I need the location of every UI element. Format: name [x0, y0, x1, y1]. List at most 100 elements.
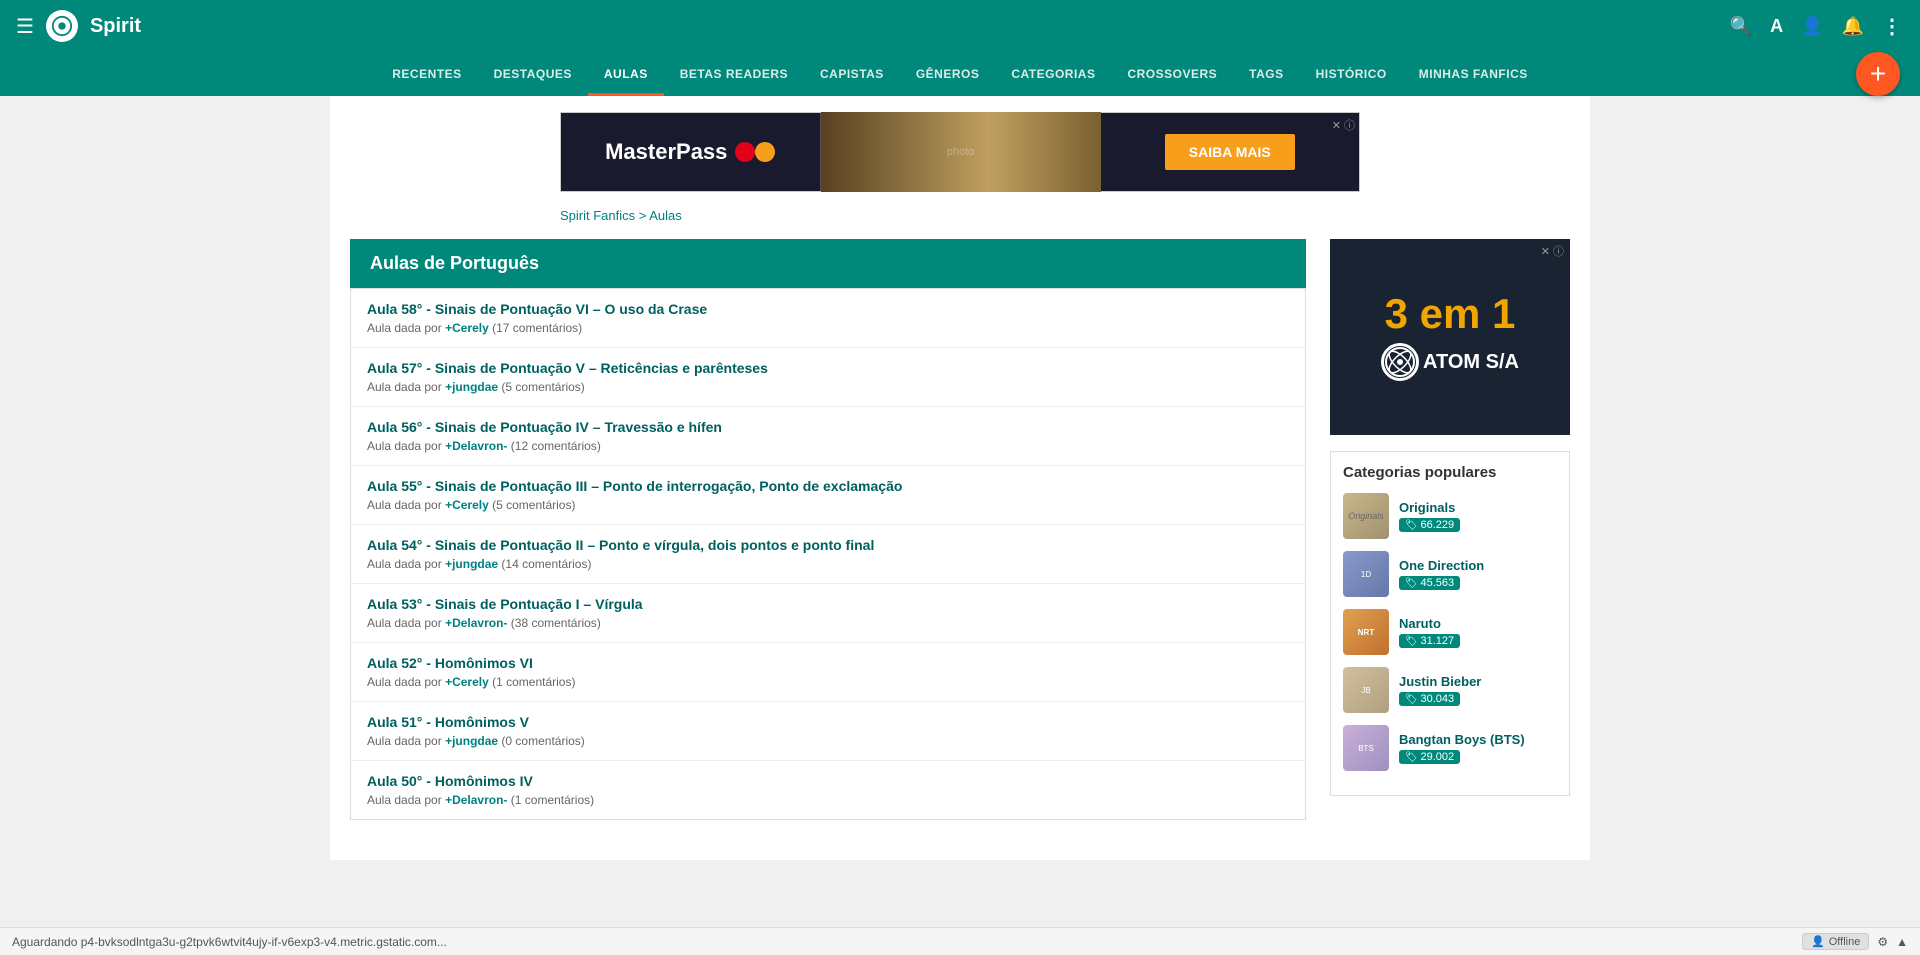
search-icon[interactable]: 🔍 [1730, 16, 1752, 37]
nav-crossovers[interactable]: CROSSOVERS [1111, 52, 1233, 96]
comment-count: 17 comentários [496, 321, 578, 335]
category-info-1d: One Direction 45.563 [1399, 558, 1557, 590]
lesson-item: Aula 56° - Sinais de Pontuação IV – Trav… [351, 407, 1305, 466]
ad-banner-wrap: MasterPass photo SAIBA MAIS ✕ ⓘ [350, 112, 1570, 192]
teacher-link[interactable]: +Delavron- [445, 439, 507, 453]
create-button[interactable]: + [1856, 52, 1900, 96]
category-info-bts: Bangtan Boys (BTS) 29.002 [1399, 732, 1557, 764]
teacher-link[interactable]: +jungdae [445, 557, 498, 571]
category-item-bts[interactable]: BTS Bangtan Boys (BTS) 29.002 [1343, 725, 1557, 771]
category-name[interactable]: Naruto [1399, 616, 1557, 631]
lesson-item: Aula 54° - Sinais de Pontuação II – Pont… [351, 525, 1305, 584]
category-name[interactable]: Originals [1399, 500, 1557, 515]
comment-count: 14 comentários [505, 557, 587, 571]
nav-tags[interactable]: TAGS [1233, 52, 1299, 96]
logo[interactable] [46, 10, 78, 42]
category-name[interactable]: Justin Bieber [1399, 674, 1557, 689]
lesson-meta: Aula dada por +Cerely (5 comentários) [367, 498, 1289, 512]
nav-categorias[interactable]: CATEGORIAS [995, 52, 1111, 96]
ad-image-placeholder: photo [947, 146, 975, 158]
lesson-meta: Aula dada por +Cerely (1 comentários) [367, 675, 1289, 689]
teacher-link[interactable]: +jungdae [445, 380, 498, 394]
settings-icon[interactable]: ⚙ [1877, 935, 1888, 949]
more-icon[interactable]: ⋮ [1882, 14, 1904, 39]
lesson-item: Aula 55° - Sinais de Pontuação III – Pon… [351, 466, 1305, 525]
comment-count: 5 comentários [496, 498, 571, 512]
masterpass-dot-orange [755, 142, 775, 162]
category-thumb-jb: JB [1343, 667, 1389, 713]
status-url: Aguardando p4-bvksodlntga3u-g2tpvk6wtvit… [12, 935, 447, 949]
saiba-mais-button[interactable]: SAIBA MAIS [1165, 134, 1295, 170]
sidebar-ad: 3 em 1 ATOM S/A ✕ ⓘ [1330, 239, 1570, 435]
teacher-link[interactable]: +Cerely [445, 321, 489, 335]
category-badge: 29.002 [1399, 750, 1460, 764]
masterpass-dot-red [735, 142, 755, 162]
offline-badge[interactable]: 👤 Offline [1802, 933, 1869, 950]
lesson-meta: Aula dada por +Cerely (17 comentários) [367, 321, 1289, 335]
lesson-title-link[interactable]: Aula 52° - Homônimos VI [367, 655, 533, 671]
notification-icon[interactable]: 🔔 [1842, 16, 1864, 37]
nav-minhas[interactable]: MINHAS FANFICS [1403, 52, 1544, 96]
teacher-link[interactable]: +Delavron- [445, 616, 507, 630]
site-title: Spirit [90, 15, 141, 38]
nav-betas[interactable]: BETAS READERS [664, 52, 804, 96]
lesson-item: Aula 57° - Sinais de Pontuação V – Retic… [351, 348, 1305, 407]
status-bar: Aguardando p4-bvksodlntga3u-g2tpvk6wtvit… [0, 927, 1920, 955]
lesson-item: Aula 51° - Homônimos V Aula dada por +ju… [351, 702, 1305, 761]
category-item-naruto[interactable]: NRT Naruto 31.127 [1343, 609, 1557, 655]
lesson-title-link[interactable]: Aula 51° - Homônimos V [367, 714, 529, 730]
lesson-title-link[interactable]: Aula 53° - Sinais de Pontuação I – Vírgu… [367, 596, 643, 612]
font-icon[interactable]: A [1770, 16, 1783, 37]
section-header: Aulas de Português [350, 239, 1306, 288]
masterpass-text-label: MasterPass [605, 139, 727, 165]
popular-title: Categorias populares [1343, 464, 1557, 481]
lesson-title-link[interactable]: Aula 50° - Homônimos IV [367, 773, 533, 789]
main-navbar: RECENTES DESTAQUES AULAS BETAS READERS C… [0, 52, 1920, 96]
nav-capistas[interactable]: CAPISTAS [804, 52, 900, 96]
lesson-meta: Aula dada por +Delavron- (12 comentários… [367, 439, 1289, 453]
lesson-item: Aula 52° - Homônimos VI Aula dada por +C… [351, 643, 1305, 702]
ad-banner: MasterPass photo SAIBA MAIS ✕ ⓘ [560, 112, 1360, 192]
teacher-link[interactable]: +Delavron- [445, 793, 507, 807]
lesson-meta: Aula dada por +Delavron- (38 comentários… [367, 616, 1289, 630]
user-icon[interactable]: 👤 [1801, 16, 1823, 37]
comment-count: 38 comentários [515, 616, 597, 630]
lesson-title-link[interactable]: Aula 54° - Sinais de Pontuação II – Pont… [367, 537, 874, 553]
category-item-jb[interactable]: JB Justin Bieber 30.043 [1343, 667, 1557, 713]
lesson-title-link[interactable]: Aula 55° - Sinais de Pontuação III – Pon… [367, 478, 902, 494]
nav-aulas[interactable]: AULAS [588, 52, 664, 96]
nav-recentes[interactable]: RECENTES [376, 52, 477, 96]
ad-banner-right[interactable]: SAIBA MAIS [1101, 113, 1360, 191]
lesson-meta: Aula dada por +jungdae (5 comentários) [367, 380, 1289, 394]
teacher-link[interactable]: +Cerely [445, 498, 489, 512]
left-column: Aulas de Português Aula 58° - Sinais de … [350, 239, 1306, 820]
nav-generos[interactable]: GÊNEROS [900, 52, 996, 96]
lesson-item: Aula 53° - Sinais de Pontuação I – Vírgu… [351, 584, 1305, 643]
teacher-link[interactable]: +jungdae [445, 734, 498, 748]
breadcrumb: Spirit Fanfics > Aulas [560, 208, 1360, 223]
status-left: Aguardando p4-bvksodlntga3u-g2tpvk6wtvit… [12, 935, 447, 949]
hamburger-icon[interactable]: ☰ [16, 14, 34, 39]
nav-historico[interactable]: HISTÓRICO [1300, 52, 1403, 96]
lesson-title-link[interactable]: Aula 56° - Sinais de Pontuação IV – Trav… [367, 419, 722, 435]
category-name[interactable]: Bangtan Boys (BTS) [1399, 732, 1557, 747]
category-info-jb: Justin Bieber 30.043 [1399, 674, 1557, 706]
section-title: Aulas de Português [370, 253, 539, 273]
lesson-title-link[interactable]: Aula 58° - Sinais de Pontuação VI – O us… [367, 301, 707, 317]
ad-close-right-icon[interactable]: ✕ ⓘ [1541, 243, 1564, 259]
category-name[interactable]: One Direction [1399, 558, 1557, 573]
category-item-1d[interactable]: 1D One Direction 45.563 [1343, 551, 1557, 597]
lesson-title-link[interactable]: Aula 57° - Sinais de Pontuação V – Retic… [367, 360, 768, 376]
nav-destaques[interactable]: DESTAQUES [478, 52, 588, 96]
breadcrumb-home[interactable]: Spirit Fanfics [560, 208, 635, 223]
lesson-meta: Aula dada por +Delavron- (1 comentários) [367, 793, 1289, 807]
chevron-up-icon[interactable]: ▲ [1896, 935, 1908, 949]
breadcrumb-separator: > [639, 208, 650, 223]
comment-count: 0 comentários [505, 734, 580, 748]
teacher-link[interactable]: +Cerely [445, 675, 489, 689]
ad-atom-circle [1381, 343, 1419, 381]
ad-close-icon[interactable]: ✕ ⓘ [1332, 117, 1355, 133]
category-item-originals[interactable]: Originals Originals 66.229 [1343, 493, 1557, 539]
lesson-meta: Aula dada por +jungdae (14 comentários) [367, 557, 1289, 571]
comment-count: 1 comentários [515, 793, 590, 807]
